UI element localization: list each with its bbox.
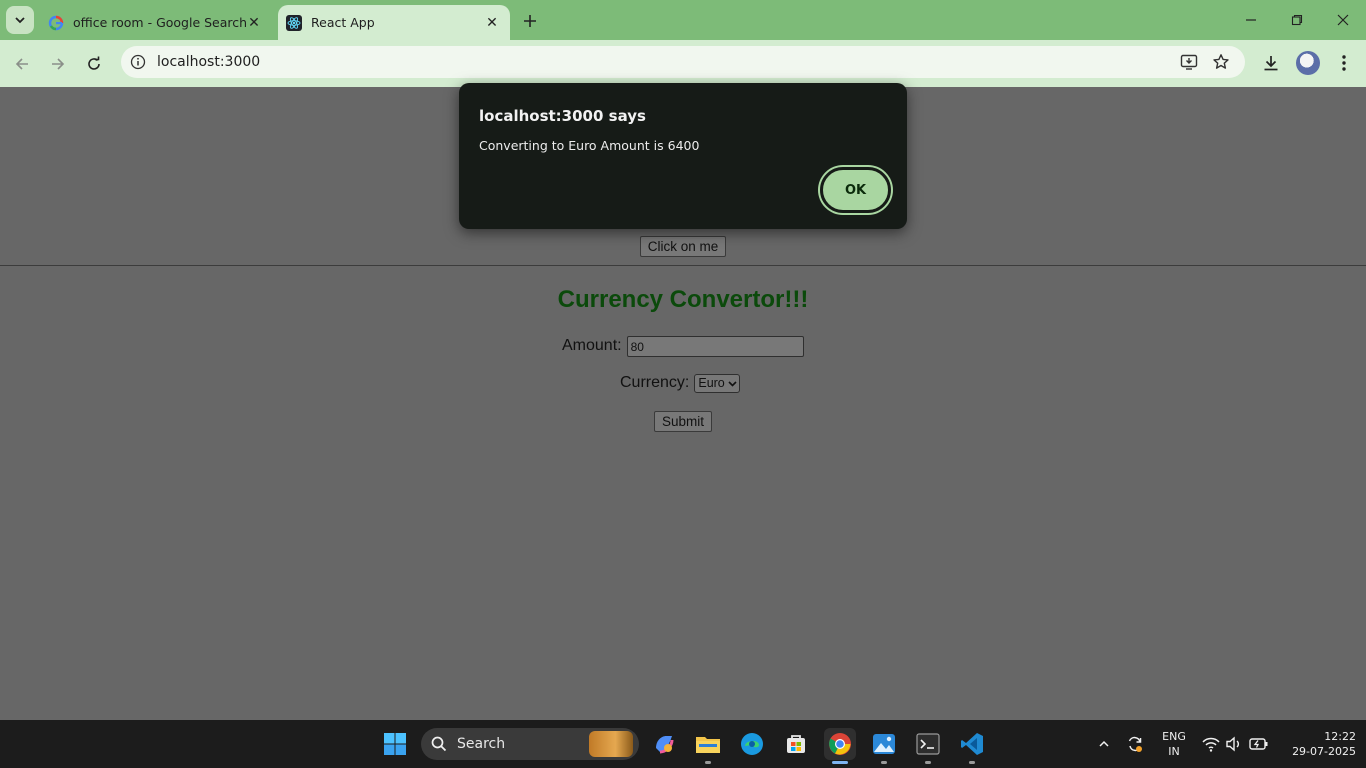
store-icon[interactable]	[780, 728, 812, 760]
install-app-icon[interactable]	[1179, 52, 1199, 72]
search-highlight-image	[589, 731, 633, 757]
browser-menu-button[interactable]	[1334, 52, 1354, 74]
currency-row: Currency: Euro	[620, 373, 740, 393]
system-clock[interactable]: 12:22 29-07-2025	[1280, 729, 1356, 759]
clock-time: 12:22	[1324, 730, 1356, 743]
windows-taskbar: Search ENG IN 12:22 29-07-2025	[0, 720, 1366, 768]
site-info-icon[interactable]	[129, 53, 147, 71]
search-label: Search	[457, 736, 506, 752]
new-tab-button[interactable]	[518, 10, 542, 32]
wifi-icon[interactable]	[1201, 734, 1221, 754]
close-icon[interactable]: ✕	[246, 15, 262, 31]
chevron-down-icon	[728, 380, 737, 387]
arrow-right-icon	[52, 58, 65, 70]
close-window-button[interactable]	[1320, 0, 1366, 40]
google-icon	[48, 15, 64, 31]
ok-button[interactable]: OK	[820, 167, 891, 213]
currency-selected-value: Euro	[698, 376, 725, 390]
horizontal-divider	[0, 265, 1366, 266]
running-indicator	[705, 761, 711, 764]
click-on-me-button[interactable]: Click on me	[640, 236, 726, 257]
windows-start-icon[interactable]	[379, 728, 411, 760]
copilot-icon[interactable]	[648, 728, 680, 760]
close-icon[interactable]: ✕	[484, 15, 500, 31]
volume-icon[interactable]	[1224, 734, 1244, 754]
terminal-icon[interactable]	[912, 728, 944, 760]
download-icon	[1264, 56, 1278, 71]
sync-icon[interactable]	[1124, 733, 1146, 755]
minimize-icon	[1246, 19, 1256, 21]
active-indicator	[832, 761, 848, 764]
more-vertical-icon	[1342, 55, 1346, 71]
running-indicator	[969, 761, 975, 764]
chrome-icon[interactable]	[824, 728, 856, 760]
downloads-button[interactable]	[1260, 52, 1282, 74]
restore-button[interactable]	[1274, 0, 1320, 40]
tab-google-search[interactable]: office room - Google Search ✕	[40, 5, 272, 40]
file-explorer-icon[interactable]	[692, 728, 724, 760]
react-icon	[286, 14, 302, 31]
browser-toolbar: localhost:3000	[0, 40, 1366, 87]
alert-dialog: localhost:3000 says Converting to Euro A…	[459, 83, 907, 229]
language-code: ENG	[1162, 730, 1186, 743]
running-indicator	[881, 761, 887, 764]
clock-date: 29-07-2025	[1292, 745, 1356, 758]
edge-icon[interactable]	[736, 728, 768, 760]
page-title: Currency Convertor!!!	[557, 286, 809, 313]
close-icon	[1337, 14, 1349, 26]
reload-icon	[88, 56, 100, 70]
address-bar[interactable]: localhost:3000	[121, 46, 1245, 78]
photos-icon[interactable]	[868, 728, 900, 760]
chevron-down-icon	[15, 17, 25, 24]
plus-icon	[524, 15, 536, 27]
tab-search-button[interactable]	[6, 6, 34, 34]
minimize-button[interactable]	[1228, 0, 1274, 40]
language-region: IN	[1168, 745, 1180, 758]
bookmark-star-icon[interactable]	[1211, 52, 1231, 72]
currency-select[interactable]: Euro	[694, 373, 740, 393]
arrow-left-icon	[15, 58, 28, 70]
reload-button[interactable]	[80, 50, 108, 78]
running-indicator	[925, 761, 931, 764]
dialog-message: Converting to Euro Amount is 6400	[479, 138, 700, 153]
vscode-icon[interactable]	[956, 728, 988, 760]
back-button[interactable]	[8, 50, 36, 78]
tab-title: office room - Google Search	[73, 15, 246, 30]
amount-label: Amount:	[562, 337, 622, 354]
forward-button[interactable]	[44, 50, 72, 78]
amount-input[interactable]: 80	[626, 335, 804, 357]
submit-button[interactable]: Submit	[654, 411, 712, 432]
battery-icon[interactable]	[1248, 734, 1270, 754]
taskbar-search[interactable]: Search	[421, 728, 639, 760]
address-text[interactable]: localhost:3000	[157, 54, 260, 70]
tab-title: React App	[311, 15, 375, 30]
amount-row: Amount: 80	[562, 335, 804, 357]
tab-react-app[interactable]: React App ✕	[278, 5, 510, 40]
language-indicator[interactable]: ENG IN	[1158, 729, 1190, 759]
profile-avatar[interactable]	[1296, 51, 1320, 75]
restore-icon	[1291, 14, 1303, 26]
search-icon	[431, 736, 447, 752]
currency-label: Currency:	[620, 374, 690, 391]
browser-tab-strip: office room - Google Search ✕ React App …	[0, 0, 1366, 40]
chevron-up-icon[interactable]	[1094, 734, 1114, 754]
dialog-title: localhost:3000 says	[479, 107, 646, 125]
